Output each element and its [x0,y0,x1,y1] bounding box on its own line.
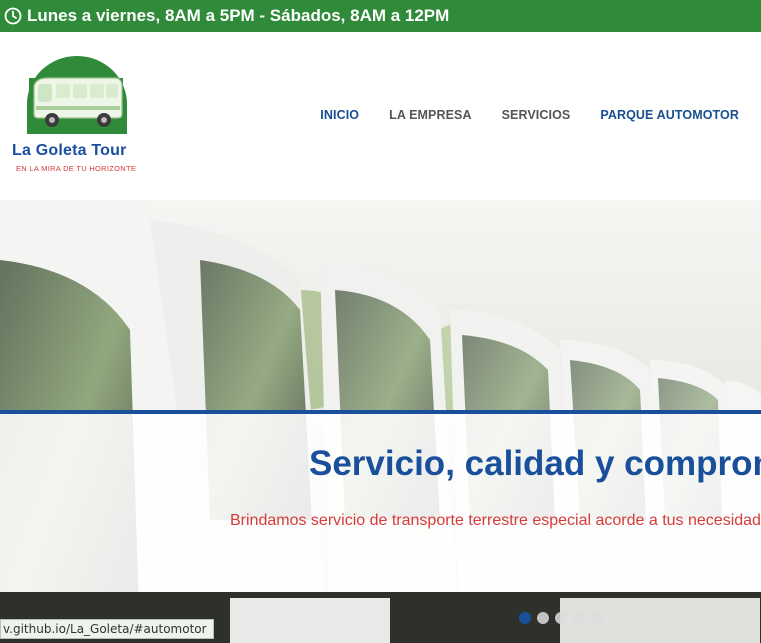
logo[interactable]: La Goleta Tour EN LA MIRA DE TU HORIZONT… [8,56,158,186]
hero-carousel: Servicio, calidad y compromiso Brindamos… [0,200,761,643]
carousel-dot-3[interactable] [555,612,567,624]
hero-caption: Servicio, calidad y compromiso Brindamos… [0,410,761,592]
logo-title: La Goleta Tour [12,142,127,159]
main-nav: INICIO LA EMPRESA SERVICIOS PARQUE AUTOM… [290,108,739,122]
status-bar-url: v.github.io/La_Goleta/#automotor [0,619,214,639]
top-info-bar: Lunes a viernes, 8AM a 5PM - Sábados, 8A… [0,0,761,32]
nav-item-parque-automotor[interactable]: PARQUE AUTOMOTOR [600,108,739,122]
nav-item-inicio[interactable]: INICIO [320,108,359,122]
carousel-dot-4[interactable] [573,612,585,624]
nav-item-la-empresa[interactable]: LA EMPRESA [389,108,472,122]
business-hours: Lunes a viernes, 8AM a 5PM - Sábados, 8A… [27,6,450,25]
logo-tagline: EN LA MIRA DE TU HORIZONTE [16,164,137,173]
carousel-dot-5[interactable] [591,612,603,624]
bus-logo-icon [27,56,127,134]
hero-title: Servicio, calidad y compromiso [309,444,761,483]
clock-icon [4,7,22,25]
nav-item-servicios[interactable]: SERVICIOS [502,108,571,122]
carousel-dot-1[interactable] [519,612,531,624]
site-header: La Goleta Tour EN LA MIRA DE TU HORIZONT… [0,32,761,200]
carousel-dot-2[interactable] [537,612,549,624]
carousel-indicators [519,612,609,624]
hero-subtitle: Brindamos servicio de transporte terrest… [230,512,761,529]
